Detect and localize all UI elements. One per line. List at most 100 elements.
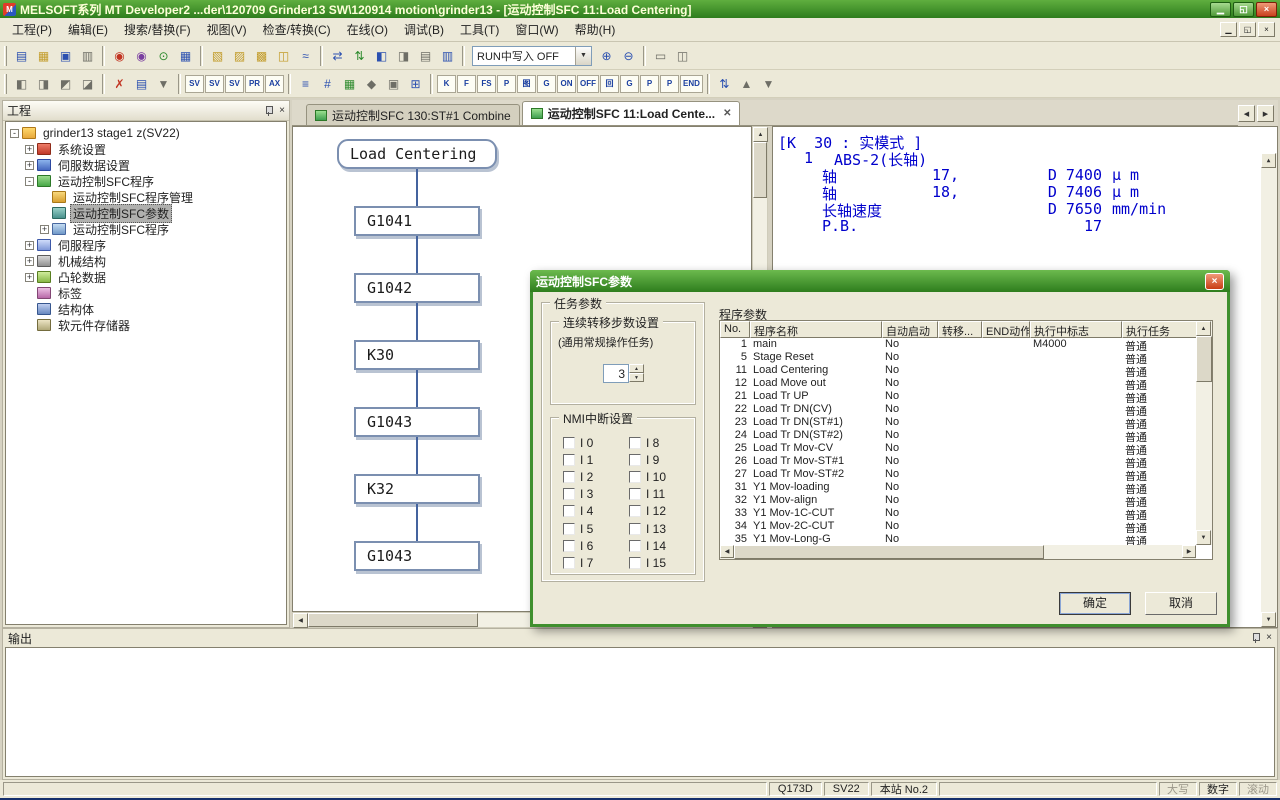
table-column-header[interactable]: 自动启动 xyxy=(882,321,938,338)
toolbar-icon[interactable]: ▨ xyxy=(229,45,250,66)
toolbar-icon[interactable]: ▤ xyxy=(131,73,152,94)
nmi-checkbox[interactable]: I 0 xyxy=(563,434,593,451)
toolbar-icon[interactable]: ⊕ xyxy=(596,45,617,66)
toolbar-icon[interactable]: ⊞ xyxy=(405,73,426,94)
table-row[interactable]: 21 Load Tr UP No 普通 xyxy=(720,390,1196,403)
sfc-step[interactable]: Load Centering xyxy=(337,139,497,169)
scrollbar-thumb[interactable] xyxy=(734,545,1044,559)
tab-close-icon[interactable]: ✕ xyxy=(723,108,731,119)
tree-item[interactable]: + 伺服程序 xyxy=(6,237,286,253)
toolbar-icon[interactable]: ⊙ xyxy=(153,45,174,66)
close-icon[interactable]: × xyxy=(279,105,285,117)
menu-item[interactable]: 帮助(H) xyxy=(567,18,624,41)
menu-item[interactable]: 调试(B) xyxy=(396,18,452,41)
toolbar-icon[interactable]: ▦ xyxy=(175,45,196,66)
toolbar-icon[interactable]: G xyxy=(537,75,556,93)
toolbar-icon[interactable] xyxy=(643,46,646,66)
nmi-checkbox[interactable]: I 2 xyxy=(563,468,593,485)
toolbar-icon[interactable]: SV xyxy=(225,75,244,93)
nmi-checkbox[interactable]: I 3 xyxy=(563,486,593,503)
toolbar-icon[interactable]: ▧ xyxy=(207,45,228,66)
toolbar-icon[interactable]: ◉ xyxy=(131,45,152,66)
tree-item[interactable]: + 凸轮数据 xyxy=(6,269,286,285)
spin-down-icon[interactable]: ▼ xyxy=(629,373,644,382)
toolbar-icon[interactable]: FS xyxy=(477,75,496,93)
toolbar-icon[interactable] xyxy=(707,74,710,94)
scroll-up-icon[interactable]: ▲ xyxy=(1261,153,1276,168)
menu-item[interactable]: 检查/转换(C) xyxy=(255,18,339,41)
scroll-right-icon[interactable]: ▶ xyxy=(1182,545,1196,558)
restore-button[interactable]: ◱ xyxy=(1233,2,1254,17)
toolbar-icon[interactable]: ON xyxy=(557,75,576,93)
nmi-checkbox[interactable]: I 12 xyxy=(629,503,666,520)
menu-item[interactable]: 窗口(W) xyxy=(507,18,566,41)
toolbar-icon[interactable]: P xyxy=(497,75,516,93)
tree-item[interactable]: 标签 xyxy=(6,285,286,301)
toolbar-icon[interactable]: ▤ xyxy=(415,45,436,66)
toolbar-icon[interactable]: ▥ xyxy=(437,45,458,66)
scroll-down-icon[interactable]: ▼ xyxy=(1261,612,1276,627)
toolbar-icon[interactable] xyxy=(102,46,105,66)
toolbar-icon[interactable]: ✗ xyxy=(109,73,130,94)
nmi-checkbox[interactable]: I 15 xyxy=(629,554,666,571)
table-column-header[interactable]: 转移... xyxy=(938,321,982,338)
scrollbar-thumb[interactable] xyxy=(1196,336,1212,382)
table-row[interactable]: 22 Load Tr DN(CV) No 普通 xyxy=(720,403,1196,416)
toolbar-icon[interactable]: ◆ xyxy=(361,73,382,94)
toolbar-icon[interactable] xyxy=(102,74,105,94)
table-row[interactable]: 26 Load Tr Mov-ST#1 No 普通 xyxy=(720,455,1196,468)
close-icon[interactable]: × xyxy=(1266,632,1272,644)
sfc-step[interactable]: G1043 xyxy=(354,541,480,571)
scroll-left-icon[interactable]: ◀ xyxy=(720,545,734,558)
table-row[interactable]: 32 Y1 Mov-align No 普通 xyxy=(720,494,1196,507)
table-row[interactable]: 1 main No M4000 普通 xyxy=(720,338,1196,351)
toolbar-grip[interactable] xyxy=(4,46,7,66)
pin-icon[interactable] xyxy=(1250,632,1261,644)
toolbar-icon[interactable]: ▲ xyxy=(736,73,757,94)
toolbar-icon[interactable]: # xyxy=(317,73,338,94)
table-row[interactable]: 11 Load Centering No 普通 xyxy=(720,364,1196,377)
table-row[interactable]: 34 Y1 Mov-2C-CUT No 普通 xyxy=(720,520,1196,533)
toolbar-icon[interactable]: ◧ xyxy=(371,45,392,66)
toolbar-icon[interactable]: ⇄ xyxy=(327,45,348,66)
toolbar-icon[interactable]: ⇅ xyxy=(714,73,735,94)
toolbar-icon[interactable]: G xyxy=(620,75,639,93)
dialog-title-bar[interactable]: 运动控制SFC参数 × xyxy=(530,270,1230,292)
toolbar-icon[interactable]: ▥ xyxy=(77,45,98,66)
spin-up-icon[interactable]: ▲ xyxy=(629,364,644,373)
nmi-checkbox[interactable]: I 13 xyxy=(629,520,666,537)
menu-item[interactable]: 搜索/替换(F) xyxy=(116,18,199,41)
tab-scroll-left-icon[interactable]: ◀ xyxy=(1238,105,1255,122)
toolbar-icon[interactable]: SV xyxy=(185,75,204,93)
mdi-restore-icon[interactable]: ◱ xyxy=(1239,22,1256,37)
nmi-checkbox[interactable]: I 10 xyxy=(629,468,666,485)
toolbar-icon[interactable]: 图 xyxy=(517,75,536,93)
run-write-combo[interactable]: RUN中写入 OFF ▼ xyxy=(472,46,592,66)
tree-item[interactable]: + 系统设置 xyxy=(6,141,286,157)
toolbar-icon[interactable]: P xyxy=(660,75,679,93)
table-row[interactable]: 33 Y1 Mov-1C-CUT No 普通 xyxy=(720,507,1196,520)
toolbar-icon[interactable] xyxy=(288,74,291,94)
table-row[interactable]: 27 Load Tr Mov-ST#2 No 普通 xyxy=(720,468,1196,481)
toolbar-icon[interactable]: ◪ xyxy=(77,73,98,94)
nmi-checkbox[interactable]: I 7 xyxy=(563,554,593,571)
dialog-close-icon[interactable]: × xyxy=(1205,273,1224,290)
pin-icon[interactable] xyxy=(263,105,274,117)
nmi-checkbox[interactable]: I 11 xyxy=(629,486,666,503)
table-row[interactable]: 5 Stage Reset No 普通 xyxy=(720,351,1196,364)
toolbar-icon[interactable]: OFF xyxy=(577,75,599,93)
menu-item[interactable]: 在线(O) xyxy=(339,18,396,41)
scrollbar-thumb[interactable] xyxy=(308,613,478,627)
nmi-checkbox[interactable]: I 4 xyxy=(563,503,593,520)
ok-button[interactable]: 确定 xyxy=(1059,592,1131,615)
table-column-header[interactable]: 执行中标志 xyxy=(1030,321,1122,338)
toolbar-icon[interactable]: P xyxy=(640,75,659,93)
toolbar-icon[interactable]: AX xyxy=(265,75,284,93)
toolbar-icon[interactable]: PR xyxy=(245,75,264,93)
nmi-checkbox[interactable]: I 6 xyxy=(563,537,593,554)
menu-item[interactable]: 工程(P) xyxy=(4,18,60,41)
table-column-header[interactable]: END动作 xyxy=(982,321,1030,338)
output-content[interactable] xyxy=(5,647,1275,777)
table-row[interactable]: 23 Load Tr DN(ST#1) No 普通 xyxy=(720,416,1196,429)
toolbar-icon[interactable]: SV xyxy=(205,75,224,93)
